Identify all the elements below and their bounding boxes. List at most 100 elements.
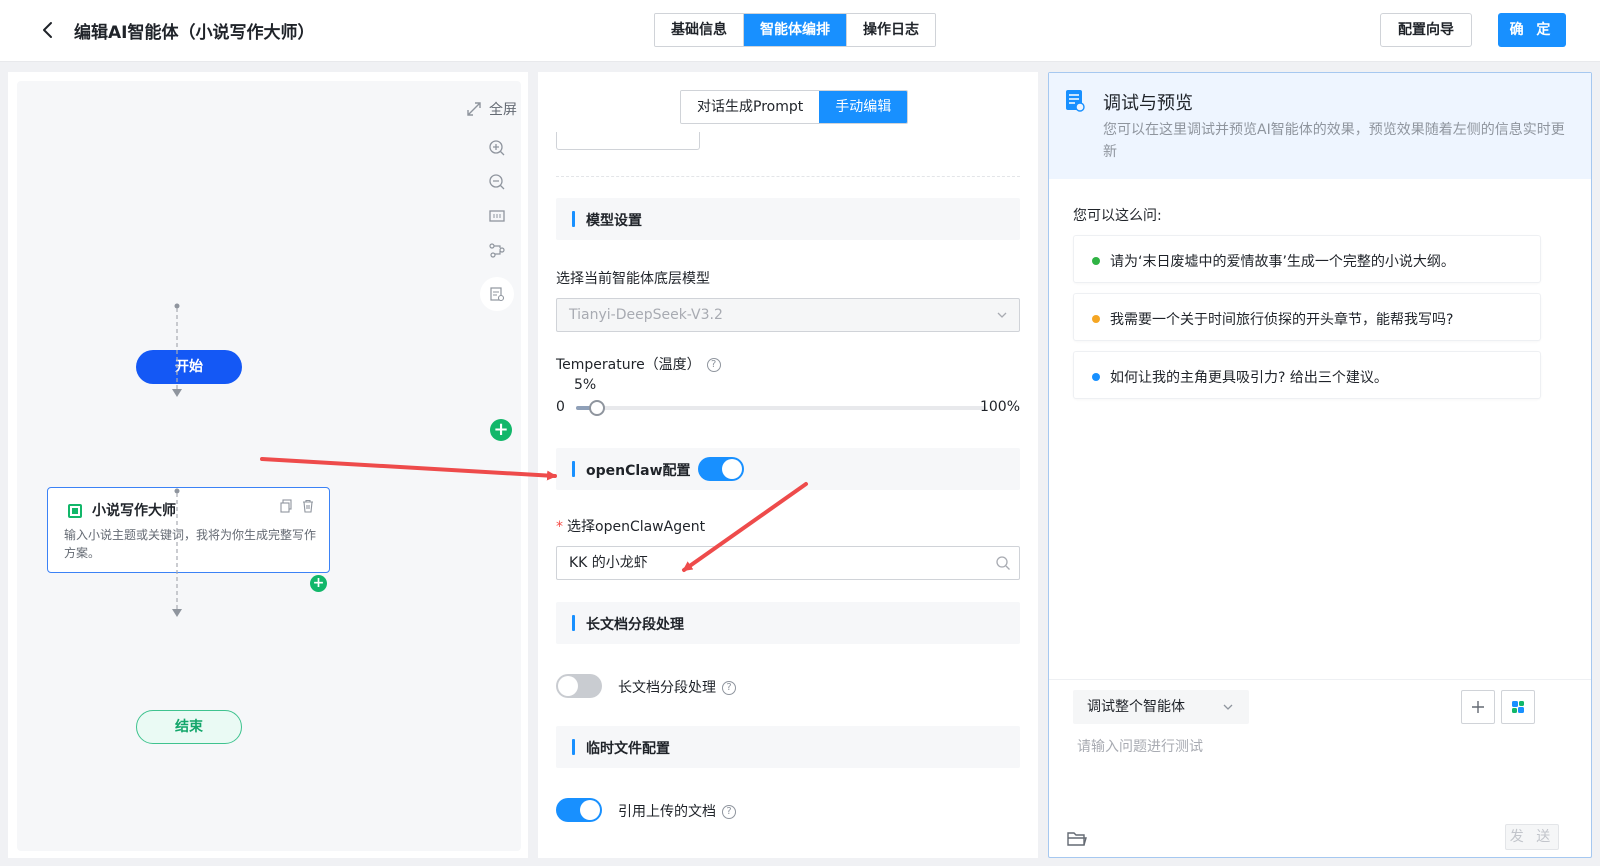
temperature-slider[interactable] <box>576 400 986 416</box>
openclaw-agent-label: 选择openClawAgent <box>567 519 706 535</box>
toggle-knob <box>580 800 600 820</box>
copy-icon[interactable] <box>279 499 293 513</box>
start-node[interactable]: 开始 <box>136 350 242 384</box>
flow-connectors <box>172 303 182 617</box>
edit-mode-tabs: 对话生成Prompt 手动编辑 <box>680 90 909 124</box>
suggestion-text: 请为‘末日废墟中的爱情故事’生成一个完整的小说大纲。 <box>1110 254 1455 270</box>
send-button[interactable]: 发 送 <box>1505 824 1559 850</box>
suggestion-item[interactable]: 请为‘末日废墟中的爱情故事’生成一个完整的小说大纲。 <box>1073 235 1541 283</box>
model-select-value: Tianyi-DeepSeek-V3.2 <box>569 307 723 323</box>
long-doc-toggle[interactable] <box>556 674 602 698</box>
folder-icon[interactable] <box>1067 830 1087 848</box>
plus-icon <box>1472 701 1484 713</box>
tab-manual-edit[interactable]: 手动编辑 <box>819 91 908 123</box>
temperature-value: 5% <box>574 377 597 393</box>
required-asterisk: * <box>556 519 563 535</box>
page-title: 编辑AI智能体（小说写作大师） <box>74 23 315 43</box>
section-marker <box>572 739 575 755</box>
auto-layout-icon[interactable] <box>481 233 513 267</box>
suggestion-item[interactable]: 我需要一个关于时间旅行侦探的开头章节，能帮我写吗? <box>1073 293 1541 341</box>
section-title: 长文档分段处理 <box>586 617 684 633</box>
section-title: 临时文件配置 <box>586 741 670 757</box>
section-marker <box>572 461 575 477</box>
preview-panel: 调试与预览 您可以在这里调试并预览AI智能体的效果，预览效果随着左侧的信息实时更… <box>1048 72 1592 858</box>
help-icon[interactable]: ? <box>706 358 721 372</box>
temperature-label-row: Temperature（温度）? <box>556 354 721 374</box>
status-dot <box>1092 315 1100 323</box>
new-chat-button[interactable] <box>1461 690 1495 724</box>
scrolled-input-field[interactable] <box>556 132 700 150</box>
agent-node[interactable]: 小说写作大师 输入小说主题或关键词，我将为你生成完整写作方案。 <box>47 487 330 573</box>
openclaw-agent-label-row: * 选择openClawAgent <box>556 516 705 536</box>
help-icon[interactable]: ? <box>722 681 736 695</box>
zoom-out-icon[interactable] <box>481 165 513 199</box>
preview-description: 您可以在这里调试并预览AI智能体的效果，预览效果随着左侧的信息实时更新 <box>1103 122 1565 160</box>
confirm-button[interactable]: 确 定 <box>1498 13 1566 47</box>
openclaw-toggle[interactable] <box>698 457 744 481</box>
compose-area: 调试整个智能体 请输入问题进行测试 发 送 <box>1049 679 1591 857</box>
end-node[interactable]: 结束 <box>136 710 242 744</box>
agent-node-title: 小说写作大师 <box>92 503 176 519</box>
agent-node-description: 输入小说主题或关键词，我将为你生成完整写作方案。 <box>64 528 317 560</box>
back-icon[interactable] <box>36 18 60 42</box>
delete-icon[interactable] <box>301 499 315 513</box>
section-title: openClaw配置 <box>586 463 691 479</box>
status-dot <box>1092 257 1100 265</box>
section-divider <box>556 176 1020 177</box>
tab-agent-orchestration[interactable]: 智能体编排 <box>744 14 847 46</box>
fit-view-icon[interactable] <box>481 199 513 233</box>
suggestion-text: 我需要一个关于时间旅行侦探的开头章节，能帮我写吗? <box>1110 312 1454 328</box>
reference-doc-label-row: 引用上传的文档? <box>618 801 736 821</box>
section-title: 模型设置 <box>586 213 642 229</box>
ask-label: 您可以这么问: <box>1073 208 1162 224</box>
connector-arrow <box>172 389 182 397</box>
config-panel: 对话生成Prompt 手动编辑 模型设置 选择当前智能体底层模型 Tianyi-… <box>538 72 1038 858</box>
section-marker <box>572 211 575 227</box>
zoom-in-icon[interactable] <box>481 131 513 165</box>
connector-arrow <box>172 609 182 617</box>
help-icon[interactable]: ? <box>722 805 736 819</box>
model-select[interactable]: Tianyi-DeepSeek-V3.2 <box>556 298 1020 332</box>
flow-canvas[interactable]: 全屏 + 开始 小说写作大师 输入小说主题或关键词，我将为你生成完整写作方案。 … <box>17 81 521 851</box>
slider-handle[interactable] <box>588 400 605 416</box>
section-temp-file: 临时文件配置 <box>556 726 1020 768</box>
temperature-label: Temperature（温度） <box>556 357 701 373</box>
agent-node-actions <box>279 499 315 513</box>
canvas-toolbar <box>479 131 515 311</box>
long-doc-label-row: 长文档分段处理? <box>618 677 736 697</box>
tab-basic-info[interactable]: 基础信息 <box>655 14 744 46</box>
start-port <box>174 303 180 309</box>
header-tabs: 基础信息 智能体编排 操作日志 <box>654 13 936 47</box>
section-model-settings: 模型设置 <box>556 198 1020 240</box>
agent-node-add-icon[interactable]: + <box>310 575 327 592</box>
fullscreen-label: 全屏 <box>489 102 517 118</box>
openclaw-agent-input[interactable]: KK 的小龙虾 <box>556 546 1020 580</box>
section-long-doc: 长文档分段处理 <box>556 602 1020 644</box>
tab-dialog-prompt[interactable]: 对话生成Prompt <box>681 91 820 123</box>
flow-panel: 全屏 + 开始 小说写作大师 输入小说主题或关键词，我将为你生成完整写作方案。 … <box>8 72 528 858</box>
document-icon <box>1066 90 1085 112</box>
preview-header: 调试与预览 您可以在这里调试并预览AI智能体的效果，预览效果随着左侧的信息实时更… <box>1049 73 1591 179</box>
config-guide-button[interactable]: 配置向导 <box>1380 13 1472 47</box>
reference-doc-label: 引用上传的文档 <box>618 804 716 820</box>
preview-title: 调试与预览 <box>1103 93 1193 114</box>
long-doc-label: 长文档分段处理 <box>618 680 716 696</box>
debug-mode-select[interactable]: 调试整个智能体 <box>1073 690 1249 724</box>
agent-node-icon <box>68 504 82 518</box>
tab-operation-log[interactable]: 操作日志 <box>847 14 935 46</box>
add-node-icon[interactable]: + <box>490 419 512 441</box>
section-openclaw: openClaw配置 <box>556 448 1020 490</box>
section-marker <box>572 615 575 631</box>
toggle-knob <box>722 459 742 479</box>
model-label: 选择当前智能体底层模型 <box>556 271 710 287</box>
fullscreen-button[interactable]: 全屏 <box>465 99 517 119</box>
node-library-icon[interactable] <box>480 277 514 311</box>
question-input[interactable]: 请输入问题进行测试 <box>1077 736 1203 756</box>
search-icon[interactable] <box>995 555 1011 571</box>
clear-chat-button[interactable] <box>1501 690 1535 724</box>
expand-icon <box>467 102 481 116</box>
reference-doc-toggle[interactable] <box>556 798 602 822</box>
chevron-down-icon <box>1223 704 1233 710</box>
top-header: 编辑AI智能体（小说写作大师） 基础信息 智能体编排 操作日志 配置向导 确 定 <box>0 0 1600 62</box>
suggestion-item[interactable]: 如何让我的主角更具吸引力? 给出三个建议。 <box>1073 351 1541 399</box>
